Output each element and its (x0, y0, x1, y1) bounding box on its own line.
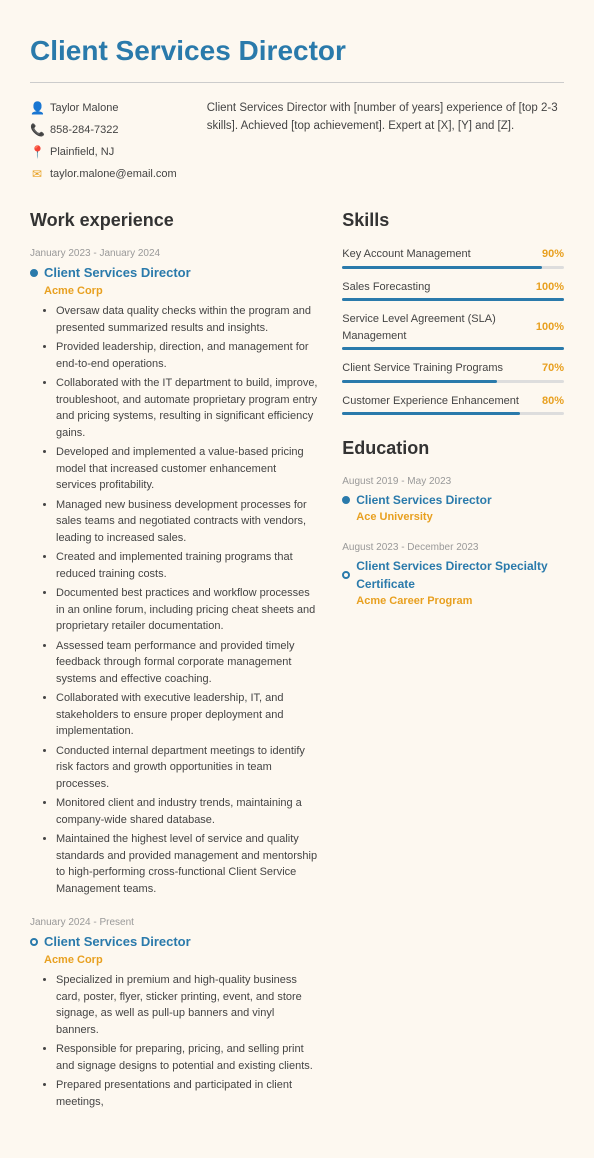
edu-date-0: August 2019 - May 2023 (342, 474, 564, 489)
contact-info: 👤 Taylor Malone 📞 858-284-7322 📍 Plainfi… (30, 99, 177, 183)
skill-item-4: Customer Experience Enhancement 80% (342, 393, 564, 416)
skill-name-0: Key Account Management (342, 246, 520, 263)
skill-pct-3: 70% (528, 360, 564, 377)
edu-date-1: August 2023 - December 2023 (342, 540, 564, 555)
list-item: Collaborated with the IT department to b… (56, 375, 318, 441)
phone-icon: 📞 (30, 121, 44, 139)
skill-row-1: Sales Forecasting 100% (342, 279, 564, 296)
email-icon: ✉ (30, 165, 44, 183)
job-bullets-2: Specialized in premium and high-quality … (44, 972, 318, 1110)
contact-section: 👤 Taylor Malone 📞 858-284-7322 📍 Plainfi… (30, 99, 564, 183)
edu-entry-1: August 2023 - December 2023 Client Servi… (342, 540, 564, 610)
list-item: Created and implemented training program… (56, 549, 318, 582)
skill-bar-bg-1 (342, 298, 564, 301)
skill-item-3: Client Service Training Programs 70% (342, 360, 564, 383)
skill-bar-fill-4 (342, 412, 519, 415)
list-item: Oversaw data quality checks within the p… (56, 303, 318, 336)
skill-name-4: Customer Experience Enhancement (342, 393, 520, 410)
right-column: Skills Key Account Management 90% Sales … (342, 207, 564, 1128)
education-title: Education (342, 435, 564, 462)
edu-title-0: Client Services Director (342, 491, 564, 509)
skill-bar-fill-2 (342, 347, 564, 350)
list-item: Monitored client and industry trends, ma… (56, 795, 318, 828)
person-icon: 👤 (30, 99, 44, 117)
list-item: Managed new business development process… (56, 497, 318, 547)
title-divider (30, 82, 564, 83)
skill-row-3: Client Service Training Programs 70% (342, 360, 564, 377)
skill-bar-bg-0 (342, 266, 564, 269)
main-layout: Work experience January 2023 - January 2… (30, 207, 564, 1128)
skill-row-4: Customer Experience Enhancement 80% (342, 393, 564, 410)
skill-bar-bg-2 (342, 347, 564, 350)
list-item: Collaborated with executive leadership, … (56, 690, 318, 740)
job-title-2: Client Services Director (30, 932, 318, 952)
page-title: Client Services Director (30, 30, 564, 72)
job-entry-2: January 2024 - Present Client Services D… (30, 915, 318, 1110)
job-date-2: January 2024 - Present (30, 915, 318, 930)
skill-bar-fill-1 (342, 298, 564, 301)
edu-bullet-1 (342, 571, 350, 579)
job-entry-1: January 2023 - January 2024 Client Servi… (30, 246, 318, 897)
edu-school-1: Acme Career Program (356, 593, 564, 610)
summary-text: Client Services Director with [number of… (207, 99, 564, 183)
skill-pct-1: 100% (528, 279, 564, 296)
company-name-2: Acme Corp (44, 952, 318, 969)
edu-entry-0: August 2019 - May 2023 Client Services D… (342, 474, 564, 526)
list-item: Documented best practices and workflow p… (56, 585, 318, 635)
skill-item-2: Service Level Agreement (SLA) Management… (342, 311, 564, 350)
edu-bullet-0 (342, 496, 350, 504)
contact-location: 📍 Plainfield, NJ (30, 143, 177, 161)
skill-name-1: Sales Forecasting (342, 279, 520, 296)
skills-title: Skills (342, 207, 564, 234)
edu-title-1: Client Services Director Specialty Certi… (342, 557, 564, 593)
skill-name-3: Client Service Training Programs (342, 360, 520, 377)
location-icon: 📍 (30, 143, 44, 161)
list-item: Assessed team performance and provided t… (56, 638, 318, 688)
skill-bar-bg-4 (342, 412, 564, 415)
list-item: Responsible for preparing, pricing, and … (56, 1041, 318, 1074)
skill-row-0: Key Account Management 90% (342, 246, 564, 263)
skill-pct-4: 80% (528, 393, 564, 410)
left-column: Work experience January 2023 - January 2… (30, 207, 318, 1128)
contact-phone: 📞 858-284-7322 (30, 121, 177, 139)
skill-item-0: Key Account Management 90% (342, 246, 564, 269)
list-item: Specialized in premium and high-quality … (56, 972, 318, 1038)
education-section: Education August 2019 - May 2023 Client … (342, 435, 564, 609)
job-bullet-2 (30, 938, 38, 946)
list-item: Maintained the highest level of service … (56, 831, 318, 897)
skill-pct-0: 90% (528, 246, 564, 263)
skill-pct-2: 100% (528, 319, 564, 336)
list-item: Developed and implemented a value-based … (56, 444, 318, 494)
contact-email: ✉ taylor.malone@email.com (30, 165, 177, 183)
skill-bar-fill-0 (342, 266, 542, 269)
contact-name: 👤 Taylor Malone (30, 99, 177, 117)
list-item: Provided leadership, direction, and mana… (56, 339, 318, 372)
job-title-1: Client Services Director (30, 263, 318, 283)
skill-row-2: Service Level Agreement (SLA) Management… (342, 311, 564, 344)
edu-school-0: Ace University (356, 509, 564, 526)
job-date-1: January 2023 - January 2024 (30, 246, 318, 261)
job-bullet-1 (30, 269, 38, 277)
company-name-1: Acme Corp (44, 283, 318, 300)
skill-item-1: Sales Forecasting 100% (342, 279, 564, 302)
list-item: Conducted internal department meetings t… (56, 743, 318, 793)
skill-bar-fill-3 (342, 380, 497, 383)
list-item: Prepared presentations and participated … (56, 1077, 318, 1110)
job-bullets-1: Oversaw data quality checks within the p… (44, 303, 318, 897)
work-experience-title: Work experience (30, 207, 318, 234)
skill-bar-bg-3 (342, 380, 564, 383)
skill-name-2: Service Level Agreement (SLA) Management (342, 311, 520, 344)
